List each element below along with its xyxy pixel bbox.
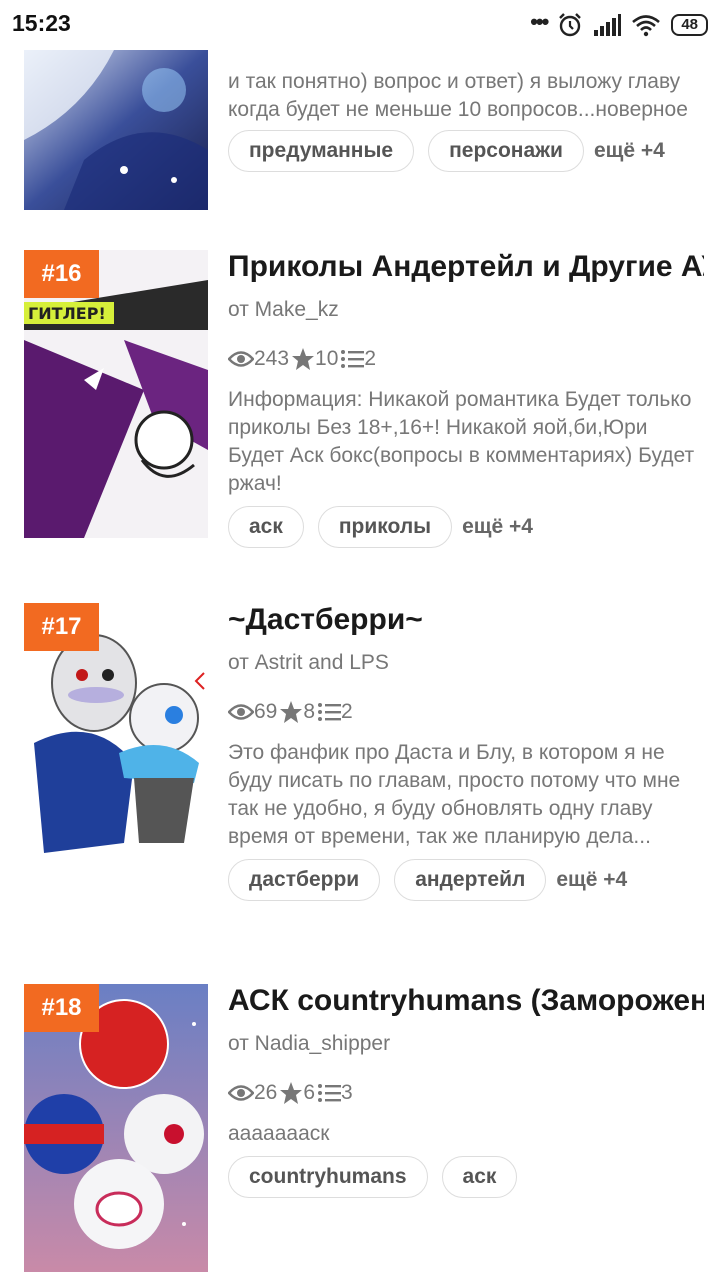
- cover-art: [24, 50, 208, 210]
- rank-badge: #16: [24, 250, 99, 298]
- story-title[interactable]: Приколы Андертейл и Другие АУ: [228, 250, 704, 284]
- story-description: и так понятно) вопрос и ответ) я выложу …: [228, 70, 688, 121]
- more-tags-link[interactable]: ещё +4: [594, 139, 665, 163]
- more-tags-link[interactable]: ещё +4: [556, 868, 627, 892]
- chapters-list-icon: [318, 1084, 342, 1102]
- stars-count: 6: [303, 1081, 316, 1104]
- notification-dots-icon: •••: [530, 9, 549, 34]
- story-cover[interactable]: #17: [24, 603, 208, 891]
- tag-chip[interactable]: аск: [228, 506, 304, 548]
- tag-chip[interactable]: персонажи: [428, 130, 584, 172]
- story-description: Это фанфик про Даста и Блу, в котором я …: [228, 741, 681, 848]
- signal-icon: [594, 14, 622, 36]
- stars-count: 8: [303, 700, 316, 723]
- story-stats: 26 6 3: [228, 1080, 704, 1106]
- eye-icon: [228, 704, 254, 720]
- wifi-icon: [632, 15, 661, 37]
- story-description: Информация: Никакой романтика Будет толь…: [228, 388, 695, 495]
- eye-icon: [228, 1085, 254, 1101]
- tag-chip[interactable]: андертейл: [394, 859, 547, 901]
- story-cover[interactable]: #16 ГИТЛЕР!: [24, 250, 208, 538]
- chapters-list-icon: [318, 703, 342, 721]
- views-count: 26: [254, 1081, 278, 1104]
- story-title[interactable]: АСК countryhumans (Заморожен): [228, 984, 704, 1018]
- star-icon: [280, 701, 303, 723]
- story-author[interactable]: от Make_kz: [228, 298, 704, 322]
- story-description: аааааааск: [228, 1122, 330, 1145]
- views-count: 243: [254, 347, 290, 370]
- chapters-count: 2: [364, 347, 377, 370]
- tag-chip[interactable]: дастберри: [228, 859, 381, 901]
- rank-badge: #18: [24, 984, 99, 1032]
- story-author[interactable]: от Nadia_shipper: [228, 1032, 704, 1056]
- cover-text: ГИТЛЕР!: [28, 304, 106, 323]
- more-tags-link[interactable]: ещё +4: [462, 515, 533, 539]
- alarm-icon: [559, 13, 582, 37]
- stars-count: 10: [315, 347, 339, 370]
- status-bar: 15:23 ••• 48: [0, 0, 720, 50]
- story-stats: 243 10 2: [228, 346, 704, 372]
- story-title[interactable]: ~Дастберри~: [228, 603, 704, 637]
- status-icons: ••• 48: [530, 9, 708, 38]
- views-count: 69: [254, 700, 278, 723]
- tag-chip[interactable]: приколы: [317, 506, 453, 548]
- star-icon: [292, 348, 315, 370]
- chapters-list-icon: [341, 350, 365, 368]
- chapters-count: 2: [341, 700, 353, 723]
- story-stats: 69 8 2: [228, 699, 704, 725]
- story-cover[interactable]: #18: [24, 984, 208, 1272]
- story-author[interactable]: от Astrit and LPS: [228, 651, 704, 675]
- chapters-count: 3: [341, 1081, 353, 1104]
- tag-chip[interactable]: аск: [441, 1156, 518, 1198]
- status-time: 15:23: [12, 10, 71, 36]
- tag-chip[interactable]: countryhumans: [228, 1156, 428, 1198]
- star-icon: [280, 1082, 303, 1104]
- tag-chip[interactable]: предуманные: [228, 130, 415, 172]
- battery-indicator: 48: [671, 14, 708, 36]
- rank-badge: #17: [24, 603, 99, 651]
- story-cover[interactable]: [24, 50, 208, 210]
- eye-icon: [228, 351, 254, 367]
